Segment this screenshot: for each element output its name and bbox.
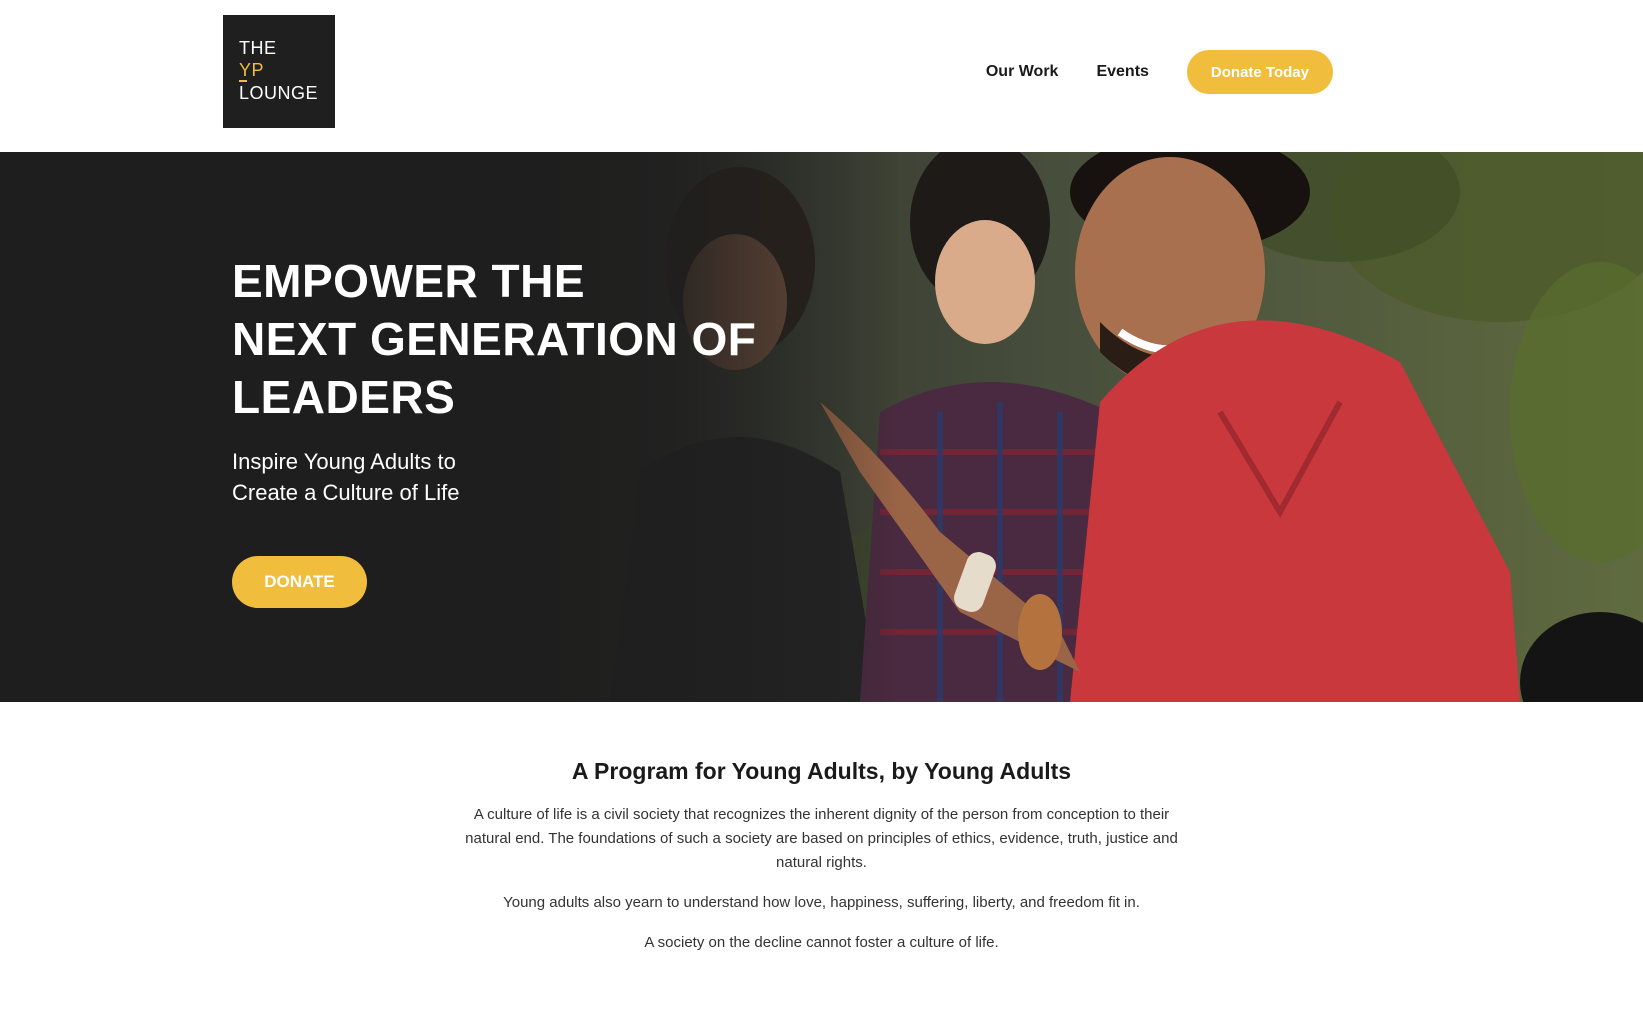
intro-section: A Program for Young Adults, by Young Adu…: [0, 702, 1643, 1018]
hero-subtitle: Inspire Young Adults to Create a Culture…: [232, 446, 792, 508]
main-nav: Our Work Events Donate Today: [986, 50, 1333, 94]
hero-title-line: LEADERS: [232, 371, 456, 423]
intro-paragraph: A culture of life is a civil society tha…: [465, 806, 1178, 871]
intro-title: A Program for Young Adults, by Young Adu…: [571, 758, 1072, 784]
intro-paragraph: A society on the decline cannot foster a…: [644, 934, 999, 951]
hero-content: EMPOWER THE NEXT GENERATION OF LEADERS I…: [232, 252, 792, 608]
site-header: THE YP LOUNGE Our Work Events Donate Tod…: [0, 0, 1643, 152]
hero-banner: EMPOWER THE NEXT GENERATION OF LEADERS I…: [0, 152, 1643, 702]
logo-line-lounge: LOUNGE: [239, 83, 319, 103]
logo-line-the: THE: [239, 38, 277, 58]
hero-subtitle-line: Create a Culture of Life: [232, 480, 460, 505]
hero-title-line: EMPOWER THE: [232, 255, 586, 307]
donate-today-button[interactable]: Donate Today: [1186, 50, 1333, 94]
site-logo[interactable]: THE YP LOUNGE: [223, 15, 335, 128]
hero-donate-button[interactable]: DONATE: [232, 556, 367, 608]
nav-link-events[interactable]: Events: [1096, 63, 1148, 81]
logo-yp-text: YP: [239, 60, 265, 80]
hero-title: EMPOWER THE NEXT GENERATION OF LEADERS: [232, 252, 792, 426]
logo-line-yp: YP: [239, 59, 335, 82]
hero-title-line: NEXT GENERATION OF: [232, 313, 757, 365]
intro-paragraph: Young adults also yearn to understand ho…: [503, 894, 1140, 911]
nav-link-our-work[interactable]: Our Work: [986, 63, 1059, 81]
hero-subtitle-line: Inspire Young Adults to: [232, 449, 456, 474]
intro-text: A culture of life is a civil society tha…: [452, 803, 1192, 955]
